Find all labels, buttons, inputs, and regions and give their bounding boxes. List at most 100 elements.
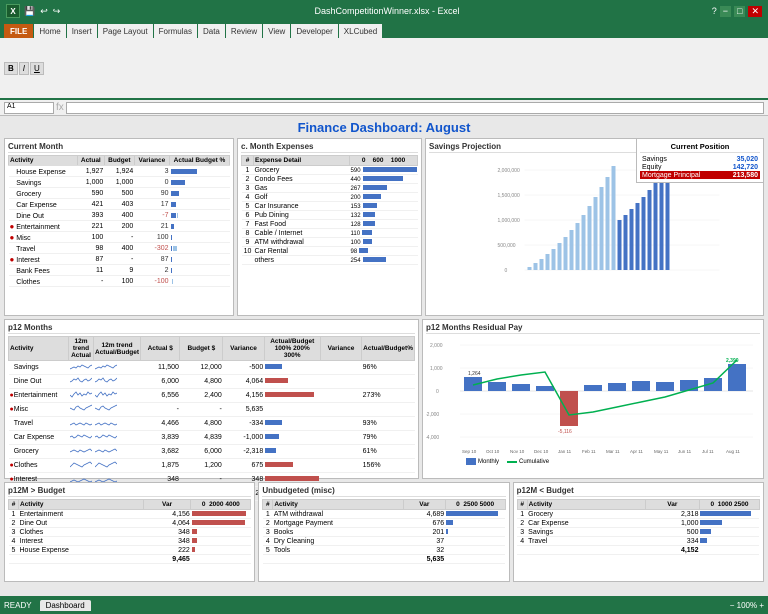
- pu-col-num: #: [517, 500, 527, 510]
- svg-text:1,000,000: 1,000,000: [498, 218, 520, 224]
- unbudgeted-row: 1 ATM withdrawal 4,689: [263, 510, 505, 519]
- quick-save[interactable]: 💾: [22, 6, 37, 17]
- p12m-budget-row: 1 Entertainment 4,156: [9, 510, 251, 519]
- tab-review[interactable]: Review: [226, 24, 262, 38]
- col-activity: Activity: [9, 156, 78, 166]
- p12m-budget-row: 2 Dine Out 4,064: [9, 519, 251, 528]
- sheet-tab[interactable]: Dashboard: [40, 600, 91, 611]
- zoom-controls[interactable]: − 100% +: [730, 601, 764, 610]
- p12m-budget-row: 3 Clothes 348: [9, 528, 251, 537]
- titlebar: X 💾 ↩ ↪ DashCompetitionWinner.xlsx - Exc…: [0, 0, 768, 22]
- current-month-row: ● Savings 1,000 1,000 0: [9, 177, 230, 188]
- p12m-budget-row: 5 House Expense 222: [9, 546, 251, 555]
- svg-text:Sep 10: Sep 10: [462, 449, 477, 454]
- current-month-title: Current Month: [8, 142, 230, 153]
- unbudgeted-row: 5 Tools 32: [263, 546, 505, 555]
- p12-row: ●Grocery 3,682 6,000 -2,318 61%: [9, 445, 415, 459]
- p12-col-var2: Variance: [320, 337, 361, 361]
- svg-text:1,500,000: 1,500,000: [498, 193, 520, 199]
- ub-col-num: #: [263, 500, 273, 510]
- pu-col-bar: 0 1000 2500: [699, 500, 759, 510]
- tab-pagelayout[interactable]: Page Layout: [98, 24, 153, 38]
- p12-col-actual: Actual $: [141, 337, 180, 361]
- svg-text:Feb 11: Feb 11: [582, 449, 596, 454]
- window-title: DashCompetitionWinner.xlsx - Excel: [62, 6, 711, 16]
- expense-row: 10 Car Rental 98: [242, 247, 418, 256]
- svg-text:Mar 11: Mar 11: [606, 449, 620, 454]
- p12-col-budget: Budget $: [180, 337, 223, 361]
- svg-text:1,000: 1,000: [430, 366, 443, 372]
- svg-text:500,000: 500,000: [498, 243, 516, 249]
- ribbon-tabs: FILE Home Insert Page Layout Formulas Da…: [0, 22, 768, 38]
- unbudgeted-row: 5,635: [263, 555, 505, 564]
- quick-redo[interactable]: ↪: [51, 6, 63, 17]
- minimize-btn[interactable]: −: [720, 6, 731, 17]
- expense-row: 9 ATM withdrawal 100: [242, 238, 418, 247]
- current-month-row: ● Entertainment 221 200 21: [9, 221, 230, 232]
- tab-file[interactable]: FILE: [4, 24, 33, 38]
- cp-title: Current Position: [640, 142, 760, 153]
- svg-text:2,000: 2,000: [430, 343, 443, 349]
- current-month-row: ● Interest 87 - 87: [9, 254, 230, 265]
- unbudgeted-row: 4 Dry Cleaning 37: [263, 537, 505, 546]
- btn-bold[interactable]: B: [4, 62, 18, 75]
- me-col-bar: 0 600 1000: [350, 156, 418, 166]
- restore-btn[interactable]: □: [734, 6, 745, 17]
- svg-text:May 11: May 11: [654, 449, 669, 454]
- p12-row: ●Misc - - 5,635: [9, 403, 415, 417]
- p12-col-pct: Actual/Budget%: [362, 337, 415, 361]
- tab-formulas[interactable]: Formulas: [154, 24, 197, 38]
- col-actual: Actual: [77, 156, 104, 166]
- p12-title: p12 Months: [8, 323, 415, 334]
- current-month-row: ● Misc 100 - 100: [9, 232, 230, 243]
- tab-view[interactable]: View: [263, 24, 290, 38]
- unbudgeted-card: Unbudgeted (misc) # Activity Var 0 2500 …: [258, 482, 509, 582]
- p12-col-bar: Actual/Budget 100% 200% 300%: [264, 337, 320, 361]
- col-bars: Actual Budget %: [170, 156, 230, 166]
- p12-col-activity: Activity: [9, 337, 69, 361]
- btn-italic[interactable]: I: [19, 62, 29, 75]
- formula-bar: A1 fx: [0, 100, 768, 116]
- p12m-budget-row: 4 Interest 348: [9, 537, 251, 546]
- help-btn[interactable]: ?: [712, 6, 717, 17]
- p12-residual-card: p12 Months Residual Pay 2,000 1,000 0 -2…: [422, 319, 764, 479]
- current-month-row: ● Clothes - 100 -100: [9, 276, 230, 287]
- pb-col-num: #: [9, 500, 19, 510]
- svg-text:Dec 10: Dec 10: [534, 449, 549, 454]
- svg-text:-4,000: -4,000: [426, 435, 439, 441]
- bottom-bar: READY Dashboard − 100% +: [0, 596, 768, 614]
- expense-row: 4 Golf 200: [242, 193, 418, 202]
- tab-home[interactable]: Home: [34, 24, 65, 38]
- p12-row: ●Travel 4,466 4,800 -334 93%: [9, 417, 415, 431]
- excel-window: X 💾 ↩ ↪ DashCompetitionWinner.xlsx - Exc…: [0, 0, 768, 614]
- current-month-row: ● Grocery 590 500 90: [9, 188, 230, 199]
- btn-underline[interactable]: U: [30, 62, 44, 75]
- current-month-row: ● Car Expense 421 403 17: [9, 199, 230, 210]
- tab-data[interactable]: Data: [198, 24, 225, 38]
- ub-col-var: Var: [403, 500, 445, 510]
- p12-months-card: p12 Months Activity 12m trend Actual 12m…: [4, 319, 419, 479]
- expense-row: 1 Grocery 590: [242, 166, 418, 175]
- p12m-under-row: 4,152: [517, 546, 759, 555]
- name-box[interactable]: A1: [4, 102, 54, 114]
- svg-text:Nov 10: Nov 10: [510, 449, 525, 454]
- tab-insert[interactable]: Insert: [67, 24, 97, 38]
- status-ready: READY: [4, 601, 32, 610]
- svg-text:Apr 11: Apr 11: [630, 449, 643, 454]
- pb-col-bar: 0 2000 4000: [191, 500, 251, 510]
- tab-xlcubed[interactable]: XLCubed: [339, 24, 382, 38]
- current-month-row: ● Bank Fees 11 9 2: [9, 265, 230, 276]
- p12-row: ●Entertainment 6,556 2,400 4,156 273%: [9, 389, 415, 403]
- p12m-under-row: 3 Savings 500: [517, 528, 759, 537]
- formula-input[interactable]: [66, 102, 764, 114]
- expense-row: 2 Condo Fees 440: [242, 175, 418, 184]
- svg-text:Oct 10: Oct 10: [486, 449, 500, 454]
- close-btn[interactable]: ✕: [748, 6, 762, 17]
- quick-undo[interactable]: ↩: [38, 6, 50, 17]
- p12m-under-card: p12M < Budget # Activity Var 0 1000 2500…: [513, 482, 764, 582]
- expense-row: 7 Fast Food 128: [242, 220, 418, 229]
- tab-developer[interactable]: Developer: [291, 24, 337, 38]
- cp-row-mortgage: Mortgage Principal213,580: [640, 171, 760, 179]
- ub-col-bar: 0 2500 5000: [445, 500, 505, 510]
- p12-row: ●Dine Out 6,000 4,800 4,064: [9, 375, 415, 389]
